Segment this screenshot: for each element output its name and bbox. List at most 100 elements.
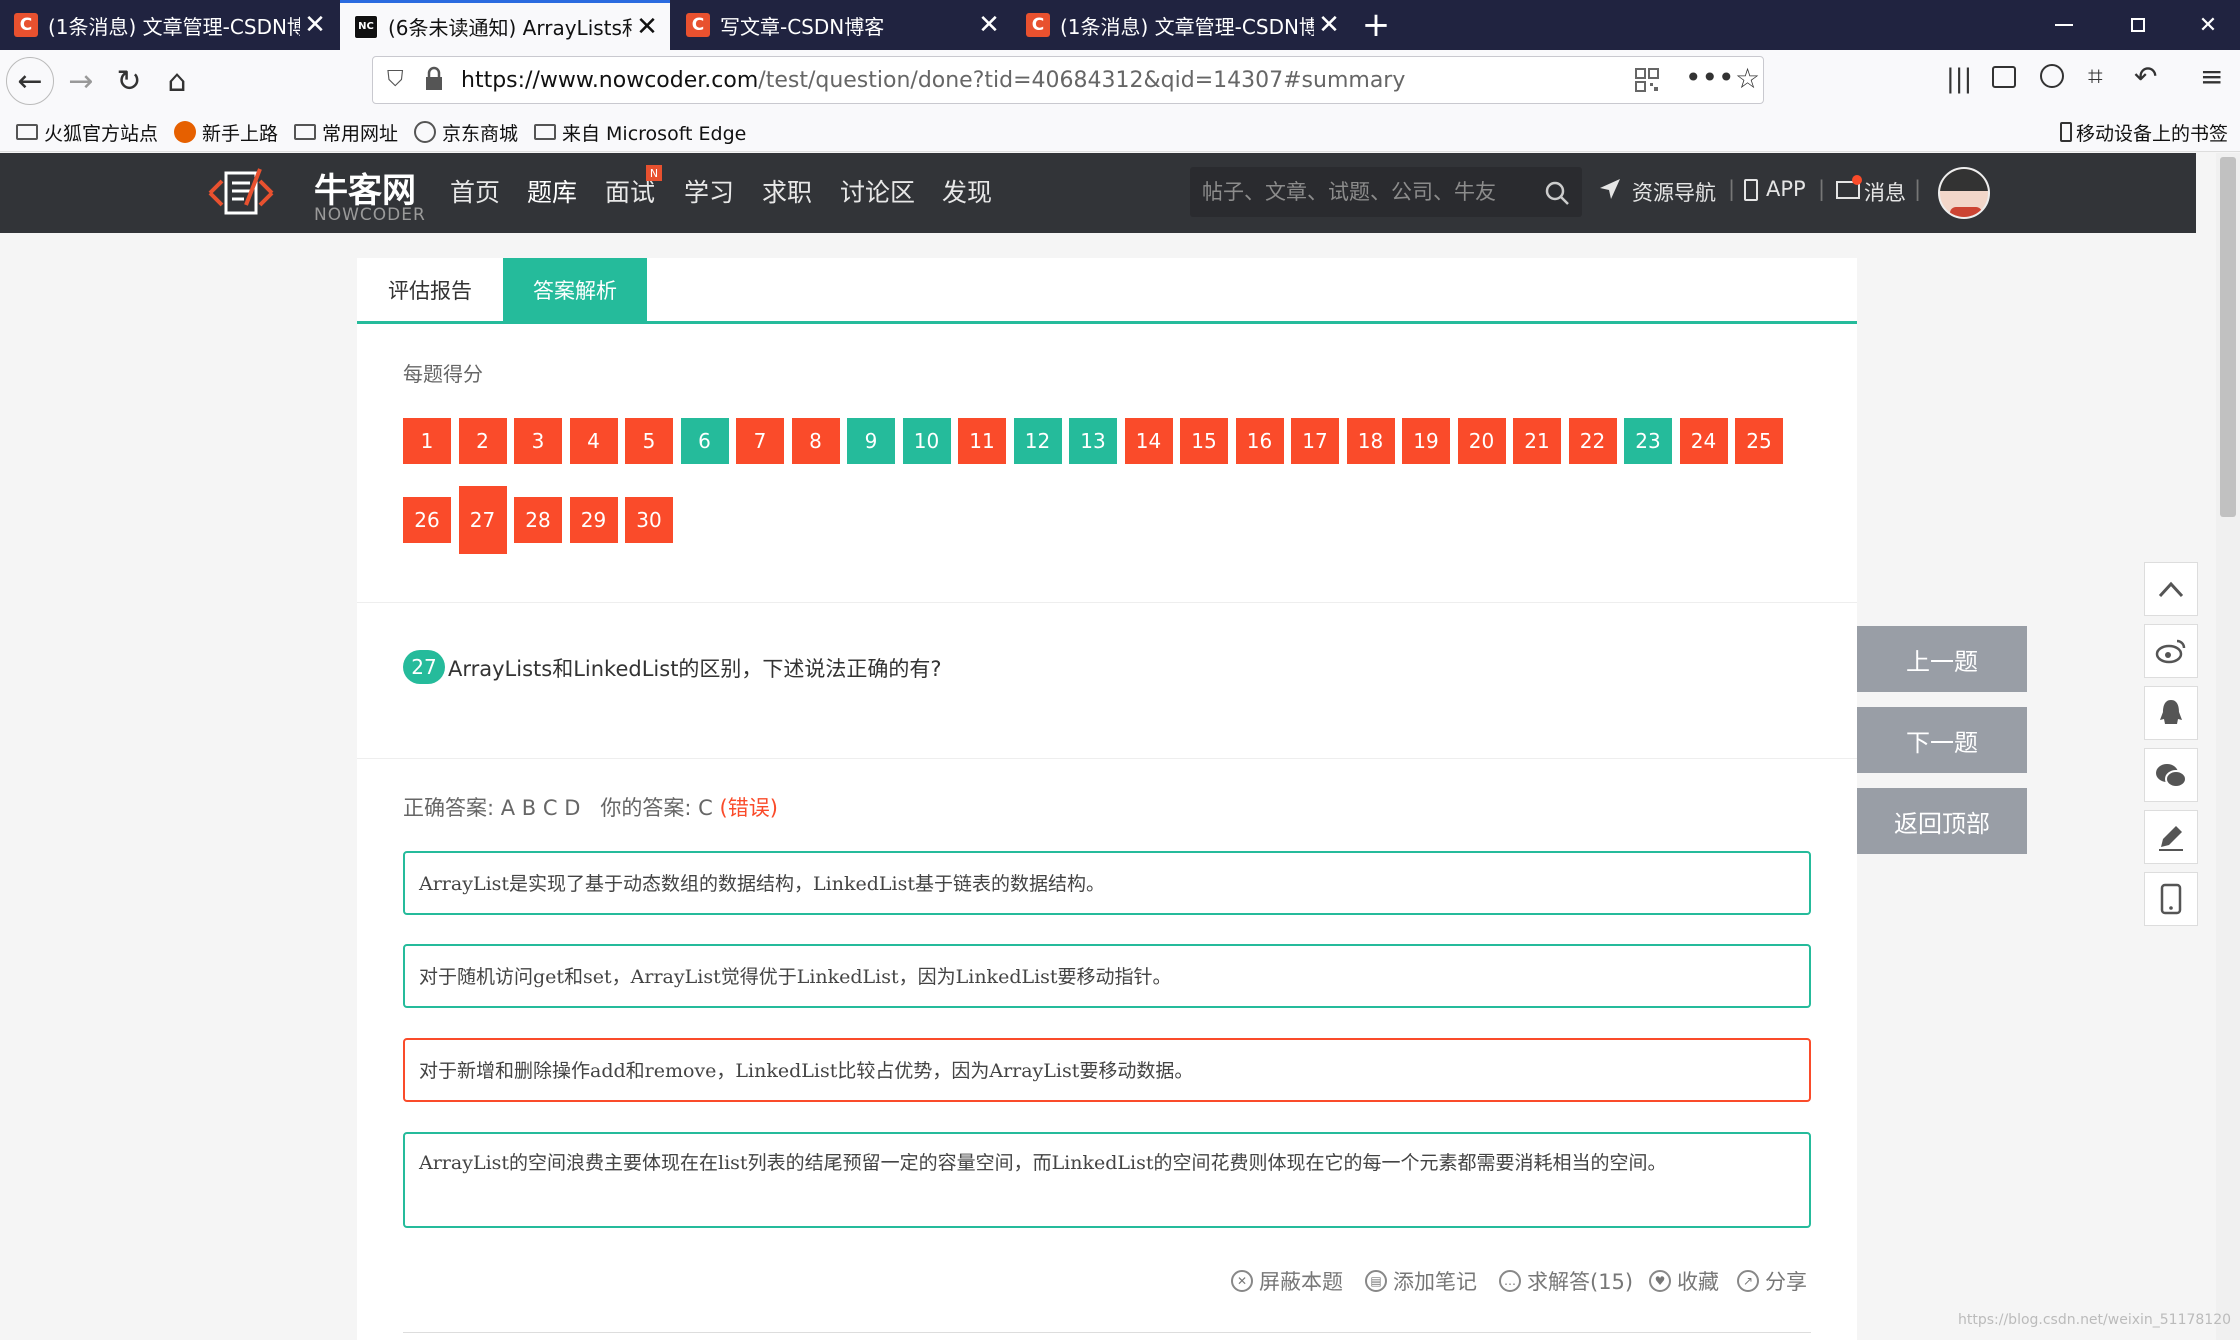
question-number-8[interactable]: 8 — [791, 418, 840, 464]
share-qq-float[interactable] — [2144, 686, 2198, 740]
qr-code-icon[interactable] — [1635, 68, 1659, 92]
question-number-4[interactable]: 4 — [569, 418, 618, 464]
question-number-27[interactable]: 27 — [458, 486, 507, 554]
page-scrollbar[interactable] — [2216, 153, 2240, 1340]
resource-nav-link[interactable]: 资源导航 — [1632, 177, 1716, 207]
close-window-button[interactable]: ✕ — [2178, 0, 2238, 50]
back-button[interactable]: ← — [6, 57, 54, 105]
browser-tab-4[interactable]: C (1条消息) 文章管理-CSDN博客 ✕ — [1012, 0, 1352, 50]
tab-evaluation-report[interactable]: 评估报告 — [357, 258, 503, 322]
question-number-20[interactable]: 20 — [1457, 418, 1506, 464]
question-title: ArrayLists和LinkedList的区别，下述说法正确的有? — [448, 657, 942, 681]
hamburger-menu-icon[interactable]: ≡ — [2200, 60, 2223, 93]
back-to-top-button[interactable]: 返回顶部 — [1857, 788, 2027, 854]
option-a[interactable]: ArrayList是实现了基于动态数组的数据结构，LinkedList基于链表的… — [403, 851, 1811, 915]
account-icon[interactable] — [2040, 64, 2064, 88]
question-number-2[interactable]: 2 — [458, 418, 507, 464]
forward-button[interactable]: → — [56, 56, 106, 106]
question-number-3[interactable]: 3 — [514, 418, 562, 464]
close-tab-icon[interactable]: ✕ — [1314, 10, 1344, 40]
nowcoder-logo-icon[interactable] — [206, 161, 276, 225]
question-number-1[interactable]: 1 — [403, 418, 451, 464]
nowcoder-favicon-icon: NC — [354, 14, 378, 39]
app-link[interactable]: APP — [1766, 177, 1806, 201]
question-number-12[interactable]: 12 — [1013, 418, 1062, 464]
question-number-7[interactable]: 7 — [736, 418, 784, 464]
bookmark-item[interactable]: 京东商城 — [414, 118, 518, 146]
add-note-action[interactable]: ▤ 添加笔记 — [1365, 1266, 1477, 1296]
menu-learn[interactable]: 学习 — [684, 173, 734, 209]
scroll-top-float[interactable] — [2144, 562, 2198, 616]
question-number-11[interactable]: 11 — [958, 418, 1006, 464]
messages-link[interactable]: 消息 — [1864, 177, 1906, 207]
sidebar-toggle-icon[interactable] — [1992, 66, 2016, 88]
scrollbar-thumb[interactable] — [2220, 157, 2236, 517]
question-number-19[interactable]: 19 — [1402, 418, 1450, 464]
menu-discussion[interactable]: 讨论区 — [840, 173, 915, 209]
block-question-action[interactable]: ✕ 屏蔽本题 — [1231, 1266, 1343, 1296]
question-number-5[interactable]: 5 — [625, 418, 673, 464]
reload-button[interactable]: ↻ — [104, 56, 154, 106]
browser-tab-1[interactable]: C (1条消息) 文章管理-CSDN博客 ✕ — [0, 0, 338, 50]
browser-tab-2[interactable]: NC (6条未读通知) ArrayLists和LinkedList ✕ — [340, 0, 670, 50]
favorite-action[interactable]: ♥ 收藏 — [1649, 1266, 1719, 1296]
question-number-14[interactable]: 14 — [1124, 418, 1173, 464]
share-weibo-float[interactable] — [2144, 624, 2198, 678]
menu-jobs[interactable]: 求职 — [762, 173, 812, 209]
mobile-bookmarks[interactable]: 移动设备上的书签 — [2060, 118, 2228, 146]
question-number-29[interactable]: 29 — [569, 497, 618, 543]
menu-question-bank[interactable]: 题库 — [527, 173, 577, 209]
menu-home[interactable]: 首页 — [450, 173, 500, 209]
minimize-button[interactable] — [2034, 0, 2094, 50]
screenshot-icon[interactable]: ⌗ — [2088, 62, 2103, 93]
search-icon[interactable] — [1544, 180, 1569, 205]
csdn-favicon-icon: C — [14, 13, 38, 37]
mobile-float[interactable] — [2144, 872, 2198, 926]
question-number-23[interactable]: 23 — [1624, 418, 1672, 464]
question-number-17[interactable]: 17 — [1291, 418, 1339, 464]
close-tab-icon[interactable]: ✕ — [632, 12, 662, 42]
question-number-15[interactable]: 15 — [1180, 418, 1228, 464]
question-number-16[interactable]: 16 — [1235, 418, 1284, 464]
undo-icon[interactable]: ↶ — [2134, 60, 2157, 93]
restore-button[interactable] — [2108, 0, 2168, 50]
question-number-10[interactable]: 10 — [902, 418, 951, 464]
menu-discover[interactable]: 发现 — [942, 173, 992, 209]
question-number-6[interactable]: 6 — [680, 418, 729, 464]
feedback-float[interactable] — [2144, 810, 2198, 864]
tab-answer-analysis[interactable]: 答案解析 — [503, 258, 647, 322]
avatar[interactable] — [1938, 167, 1990, 219]
bookmark-item[interactable]: 来自 Microsoft Edge — [534, 118, 746, 146]
search-input[interactable] — [1202, 175, 1522, 209]
question-number-25[interactable]: 25 — [1735, 418, 1783, 464]
question-number-26[interactable]: 26 — [403, 497, 451, 543]
more-actions-icon[interactable]: ••• — [1685, 61, 1735, 94]
browser-tab-3[interactable]: C 写文章-CSDN博客 ✕ — [672, 0, 1012, 50]
bookmark-item[interactable]: 常用网址 — [294, 118, 398, 146]
library-icon[interactable]: ||| — [1946, 64, 1972, 94]
question-number-30[interactable]: 30 — [625, 497, 673, 543]
option-c[interactable]: 对于新增和删除操作add和remove，LinkedList比较占优势，因为Ar… — [403, 1038, 1811, 1102]
option-d[interactable]: ArrayList的空间浪费主要体现在在list列表的结尾预留一定的容量空间，而… — [403, 1132, 1811, 1228]
home-button[interactable]: ⌂ — [152, 56, 202, 106]
bookmark-item[interactable]: 火狐官方站点 — [16, 118, 158, 146]
next-question-button[interactable]: 下一题 — [1857, 707, 2027, 773]
question-number-18[interactable]: 18 — [1346, 418, 1395, 464]
question-number-24[interactable]: 24 — [1679, 418, 1728, 464]
address-bar[interactable]: ⛉ https://www.nowcoder.com/test/question… — [372, 56, 1764, 104]
share-action[interactable]: ↗ 分享 — [1737, 1266, 1807, 1296]
option-b[interactable]: 对于随机访问get和set，ArrayList觉得优于LinkedList，因为… — [403, 944, 1811, 1008]
prev-question-button[interactable]: 上一题 — [1857, 626, 2027, 692]
question-number-21[interactable]: 21 — [1513, 418, 1561, 464]
question-number-13[interactable]: 13 — [1069, 418, 1117, 464]
close-tab-icon[interactable]: ✕ — [300, 10, 330, 40]
bookmark-star-icon[interactable]: ☆ — [1735, 62, 1760, 95]
question-number-28[interactable]: 28 — [514, 497, 562, 543]
share-wechat-float[interactable] — [2144, 748, 2198, 802]
question-number-22[interactable]: 22 — [1568, 418, 1617, 464]
question-number-9[interactable]: 9 — [847, 418, 895, 464]
bookmark-item[interactable]: 新手上路 — [174, 118, 278, 146]
close-tab-icon[interactable]: ✕ — [974, 10, 1004, 40]
ask-answer-action[interactable]: … 求解答(15) — [1499, 1266, 1633, 1296]
new-tab-button[interactable]: + — [1346, 0, 1406, 50]
